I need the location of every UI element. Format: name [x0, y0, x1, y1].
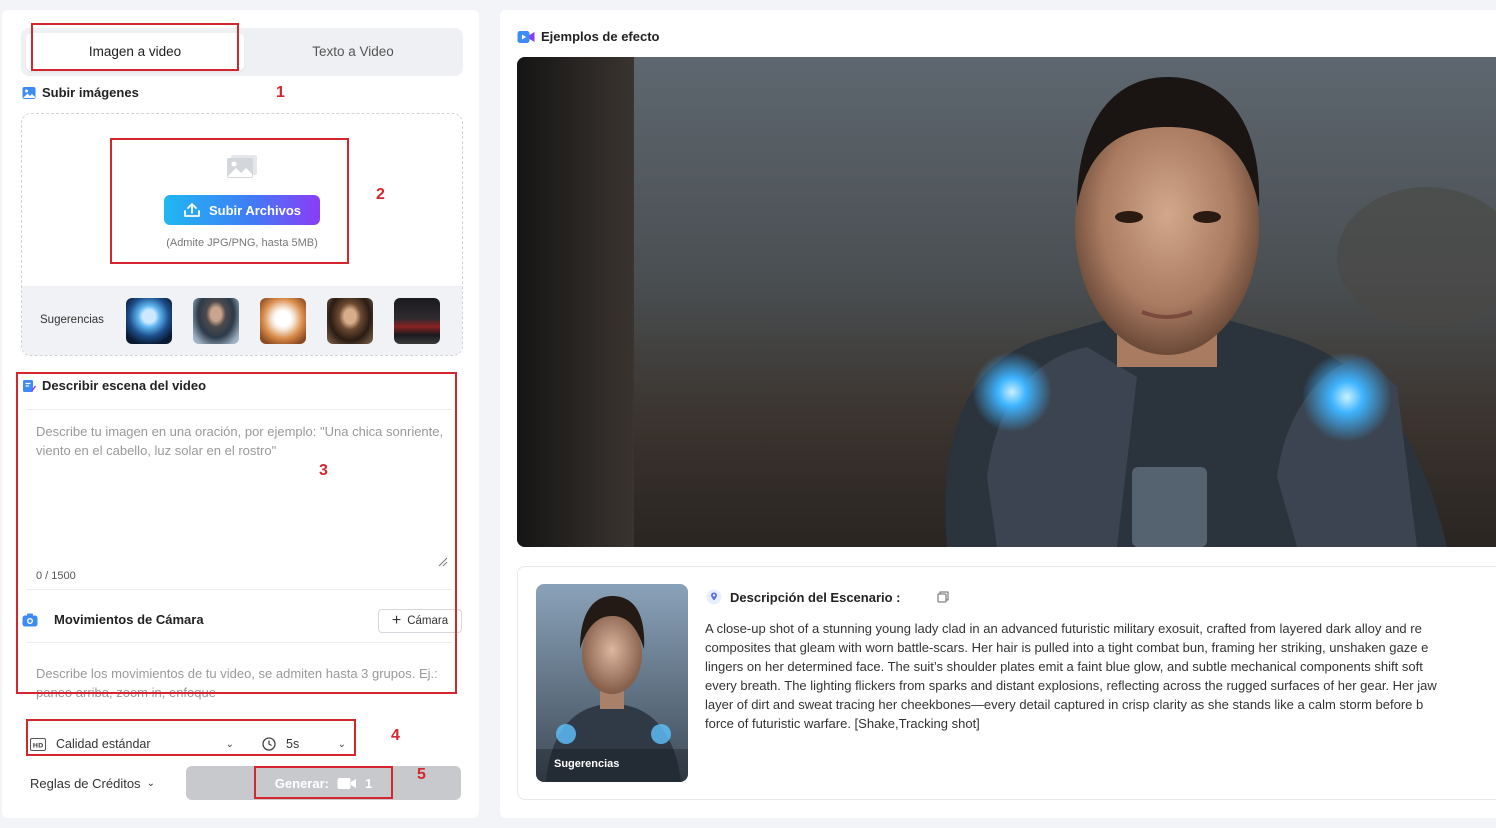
- quality-select[interactable]: HD Calidad estándar ⌄: [30, 728, 240, 760]
- location-pin-icon: [706, 589, 722, 605]
- upload-button-label: Subir Archivos: [209, 202, 301, 218]
- scene-description-input[interactable]: Describe tu imagen en una oración, por e…: [22, 410, 458, 590]
- generate-cost: 1: [364, 775, 373, 791]
- add-camera-label: Cámara: [407, 615, 449, 627]
- suggestion-thumb-4[interactable]: [327, 298, 373, 344]
- examples-title-label: Ejemplos de efecto: [541, 29, 660, 44]
- upload-area: Subir Archivos (Admite JPG/PNG, hasta 5M…: [22, 114, 462, 286]
- example-video[interactable]: [517, 57, 1496, 547]
- chevron-down-icon: ⌄: [225, 738, 234, 750]
- scene-line: A close-up shot of a stunning young lady…: [705, 621, 1422, 636]
- resize-handle-icon[interactable]: [438, 557, 448, 567]
- quality-value: Calidad estándar: [56, 737, 151, 751]
- video-icon: [517, 30, 535, 43]
- upload-dropzone[interactable]: Subir Archivos (Admite JPG/PNG, hasta 5M…: [21, 113, 463, 356]
- scene-line: layer of dirt and sweat tracing her chee…: [705, 697, 1424, 712]
- right-panel: Ejemplos de efecto Sugerencias Descripci…: [500, 10, 1496, 818]
- suggestion-thumb-3[interactable]: [260, 298, 306, 344]
- camera-movements-input[interactable]: Describe los movimientos de tu video, se…: [22, 658, 452, 702]
- scene-thumbnail[interactable]: Sugerencias: [536, 584, 688, 782]
- camera-icon: [22, 613, 38, 626]
- scene-description-card: Sugerencias Descripción del Escenario : …: [517, 566, 1496, 800]
- upload-section-title: Subir imágenes: [22, 85, 139, 100]
- annotation-number-2: 2: [376, 186, 385, 203]
- svg-text:HD: HD: [33, 741, 44, 749]
- scene-line: every breath. The lighting flickers from…: [705, 678, 1437, 693]
- describe-section-title: Describir escena del video: [22, 378, 206, 393]
- chevron-down-icon: ⌄: [146, 778, 155, 789]
- plus-icon: +: [391, 612, 402, 629]
- image-placeholder-icon: [227, 155, 257, 178]
- example-video-frame: [517, 57, 1496, 547]
- scene-thumbnail-image: [536, 584, 688, 782]
- annotation-number-4: 4: [391, 727, 400, 744]
- video-camera-icon: [337, 777, 356, 789]
- hd-icon: HD: [30, 737, 46, 751]
- scene-description-text: A close-up shot of a stunning young lady…: [705, 619, 1496, 733]
- describe-section-label: Describir escena del video: [42, 378, 207, 393]
- upload-files-button[interactable]: Subir Archivos: [164, 195, 320, 225]
- suggestion-thumb-2[interactable]: [193, 298, 239, 344]
- duration-select[interactable]: 5s ⌄: [262, 728, 352, 760]
- examples-title: Ejemplos de efecto: [517, 29, 659, 44]
- clock-icon: [262, 737, 276, 751]
- upload-section-label: Subir imágenes: [42, 85, 139, 100]
- scene-line: force of futuristic warfare. [Shake,Trac…: [705, 716, 980, 731]
- divider: [26, 589, 452, 590]
- suggestions-row: Sugerencias: [22, 286, 462, 355]
- duration-value: 5s: [286, 737, 300, 751]
- image-icon: [22, 86, 36, 99]
- tab-image-to-video[interactable]: Imagen a video: [26, 33, 244, 71]
- credits-rules-dropdown[interactable]: Reglas de Créditos ⌄: [30, 776, 155, 791]
- bottom-settings-bar: HD Calidad estándar ⌄ 5s ⌄ Reglas de Cré…: [2, 710, 479, 818]
- tab-text-to-video[interactable]: Texto a Video: [249, 33, 457, 71]
- character-counter: 0 / 1500: [36, 570, 76, 582]
- camera-section-title: Movimientos de Cámara: [22, 612, 204, 627]
- suggestion-thumb-1[interactable]: [126, 298, 172, 344]
- mode-tabs: Imagen a video Texto a Video: [21, 28, 463, 76]
- scene-line: composites that gleam with worn battle-s…: [705, 640, 1429, 655]
- camera-section-label: Movimientos de Cámara: [54, 612, 204, 627]
- copy-icon[interactable]: [937, 591, 949, 603]
- edit-icon: [23, 379, 36, 392]
- upload-hint: (Admite JPG/PNG, hasta 5MB): [166, 237, 318, 249]
- scene-title-label: Descripción del Escenario :: [730, 589, 901, 605]
- suggestion-thumb-5[interactable]: [394, 298, 440, 344]
- annotation-number-5: 5: [417, 766, 426, 783]
- add-camera-button[interactable]: + Cámara: [378, 609, 462, 633]
- credits-rules-label: Reglas de Créditos: [30, 776, 141, 791]
- generate-label: Generar:: [274, 775, 329, 791]
- chevron-down-icon: ⌄: [337, 738, 346, 750]
- annotation-number-3: 3: [319, 462, 328, 479]
- scene-line: lingers on her determined face. The suit…: [705, 659, 1423, 674]
- suggestions-label: Sugerencias: [40, 314, 104, 326]
- divider: [26, 642, 452, 643]
- upload-icon: [184, 203, 200, 217]
- left-panel: Imagen a video Texto a Video Subir imáge…: [2, 10, 479, 818]
- scene-thumbnail-label: Sugerencias: [554, 758, 620, 770]
- annotation-number-1: 1: [276, 84, 285, 101]
- scene-title: Descripción del Escenario :: [706, 589, 949, 605]
